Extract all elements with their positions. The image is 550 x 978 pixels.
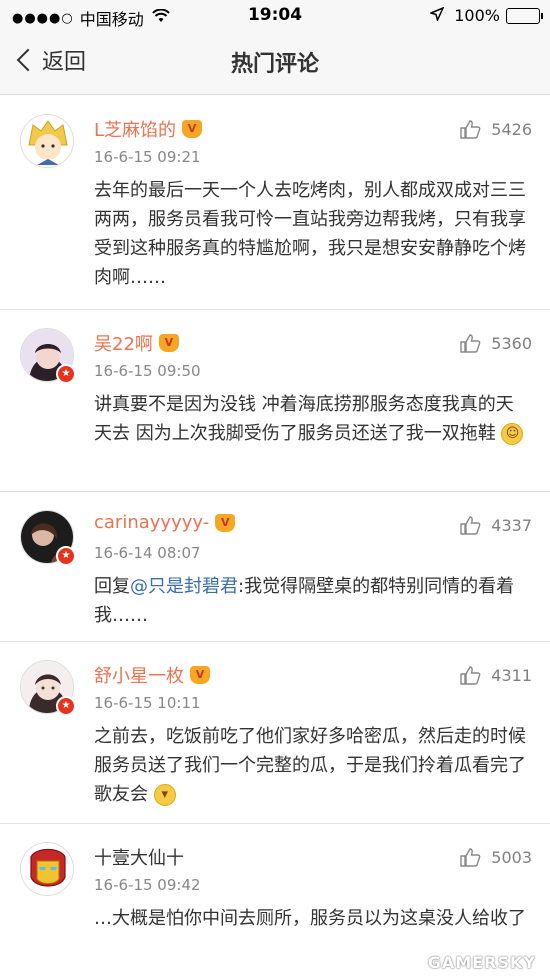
comment-text-block: 之前去，吃饭前吃了他们家好多哈密瓜，然后走的时候服务员送了我们一个完整的瓜，于是… [94, 722, 530, 809]
smile-emoji-icon: ☺ [501, 423, 524, 445]
like-button[interactable]: 5360 [459, 332, 532, 354]
mention-link[interactable]: @只是封碧君 [130, 576, 238, 597]
avatar[interactable]: ★ [20, 510, 76, 566]
comment-time: 16-6-15 10:11 [94, 694, 201, 712]
avatar-image [20, 842, 74, 896]
vip-crown-icon [182, 120, 203, 138]
battery-percent: 100% [454, 6, 500, 25]
comment-text-block: 回复@只是封碧君:我觉得隔壁桌的都特别同情的看着我…… [94, 572, 530, 630]
nav-bar: 返回 热门评论 [0, 30, 550, 95]
reply-prefix: 回复 [94, 576, 130, 597]
thumbs-up-icon [460, 848, 481, 867]
like-count: 5426 [491, 119, 532, 139]
thumbs-up-icon [460, 334, 481, 353]
like-button[interactable]: 4337 [459, 514, 532, 536]
username-text: 吴22啊 [94, 334, 153, 355]
avatar[interactable] [20, 842, 74, 896]
comment-text: 讲真要不是因为没钱 冲着海底捞那服务态度我真的天天去 因为上次我脚受伤了服务员还… [94, 394, 514, 444]
verified-badge-icon: ★ [56, 696, 76, 716]
location-arrow-icon [429, 6, 445, 25]
like-button[interactable]: 5426 [459, 118, 532, 140]
vip-crown-icon [190, 666, 210, 684]
comment-time: 16-6-14 08:07 [94, 544, 201, 562]
comment-item: L芝麻馅的 16-6-15 09:21 5426 去年的最后一天一个人去吃烤肉，… [0, 96, 550, 310]
avatar[interactable]: ★ [20, 660, 76, 716]
username[interactable]: 十壹大仙十 [94, 844, 184, 870]
thumbs-up-icon [460, 666, 481, 685]
comment-time: 16-6-15 09:50 [94, 362, 201, 380]
username-text: carinayyyyy- [94, 512, 210, 533]
like-count: 4337 [491, 515, 532, 535]
thumbs-up-icon [460, 516, 481, 535]
page-title: 热门评论 [230, 52, 319, 77]
vip-crown-icon [215, 513, 236, 532]
comment-text: …大概是怕你中间去厕所，服务员以为这桌没人给收了 [94, 908, 526, 929]
like-count: 5360 [491, 333, 532, 353]
comment-time: 16-6-15 09:21 [94, 148, 201, 166]
comment-text-block: 讲真要不是因为没钱 冲着海底捞那服务态度我真的天天去 因为上次我脚受伤了服务员还… [94, 390, 530, 448]
laughing-emoji-icon: ▾ [153, 784, 176, 806]
battery-icon [506, 7, 543, 24]
vip-crown-icon [158, 334, 179, 352]
like-count: 5003 [491, 847, 532, 867]
like-count: 4311 [491, 665, 532, 685]
thumbs-up-icon [460, 120, 481, 139]
username[interactable]: 吴22啊 [94, 330, 179, 356]
username-text: 十壹大仙十 [94, 848, 184, 869]
status-right: 100% [429, 6, 543, 25]
avatar-image [20, 114, 74, 168]
comment-item: ★ 吴22啊 16-6-15 09:50 5360 讲真要不是因为没钱 冲着海底… [0, 310, 550, 492]
username-text: 舒小星一枚 [94, 666, 184, 687]
watermark: GAMERSKY [427, 953, 536, 972]
like-button[interactable]: 4311 [459, 664, 532, 686]
verified-badge-icon: ★ [56, 364, 76, 384]
avatar[interactable] [20, 114, 74, 168]
avatar[interactable]: ★ [20, 328, 76, 384]
username[interactable]: 舒小星一枚 [94, 662, 210, 688]
comment-list: L芝麻馅的 16-6-15 09:21 5426 去年的最后一天一个人去吃烤肉，… [0, 96, 550, 978]
like-button[interactable]: 5003 [459, 846, 532, 868]
verified-badge-icon: ★ [56, 546, 76, 566]
comment-item: ★ 舒小星一枚 16-6-15 10:11 4311 之前去，吃饭前吃了他们家好… [0, 642, 550, 824]
username[interactable]: carinayyyyy- [94, 512, 236, 533]
comment-time: 16-6-15 09:42 [94, 876, 201, 894]
username-text: L芝麻馅的 [94, 120, 177, 141]
comment-text: 去年的最后一天一个人去吃烤肉，别人都成双成对三三两两，服务员看我可怜一直站我旁边… [94, 180, 526, 288]
username[interactable]: L芝麻馅的 [94, 116, 203, 142]
status-bar: ●●●●○ 中国移动 19:04 100% [0, 0, 550, 30]
comment-item: ★ carinayyyyy- 16-6-14 08:07 4337 回复@只是封… [0, 492, 550, 642]
